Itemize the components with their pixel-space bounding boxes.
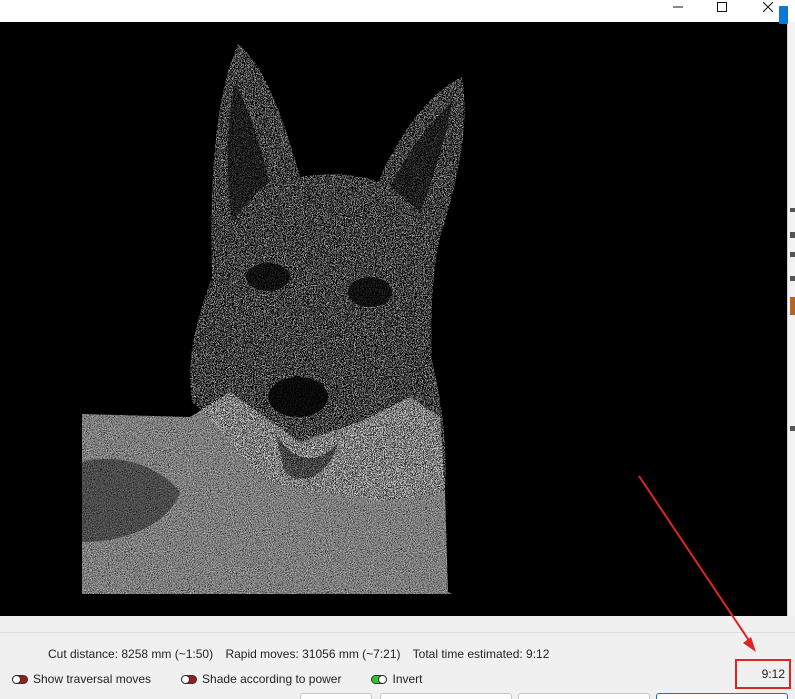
estimated-time-value: 9:12 [761,667,785,681]
side-panel-highlight [790,297,795,315]
toggle-label: Invert [392,672,423,686]
scrollbar-thumb[interactable] [779,6,788,24]
preview-options: Show traversal moves Shade according to … [12,671,453,687]
maximize-icon [717,2,727,12]
side-panel-edge [787,22,795,616]
toggle-invert[interactable]: Invert [371,672,423,686]
toggle-show-traversal-moves[interactable]: Show traversal moves [12,672,151,686]
job-statistics: Cut distance: 8258 mm (~1:50) Rapid move… [48,647,558,661]
job-info-bar: Cut distance: 8258 mm (~1:50) Rapid move… [0,632,795,699]
minimize-icon [673,6,683,8]
side-panel-marker [790,232,795,238]
maximize-button[interactable] [699,0,745,14]
scrollbar-track[interactable] [0,616,777,630]
side-panel-marker [790,276,795,281]
engraving-preview-canvas[interactable] [0,22,787,616]
estimated-time-highlight: 9:12 [735,659,791,689]
minimize-button[interactable] [655,0,701,14]
dialog-button[interactable] [380,693,512,699]
side-panel-marker [790,252,795,257]
toggle-label: Show traversal moves [33,672,152,686]
total-time-text: Total time estimated: 9:12 [412,647,550,661]
toggle-shade-according-to-power[interactable]: Shade according to power [181,672,341,686]
rapid-moves-text: Rapid moves: 31056 mm (~7:21) [225,647,401,661]
dialog-button-row [0,693,795,699]
cut-distance-text: Cut distance: 8258 mm (~1:50) [48,647,214,661]
toggle-switch-on[interactable] [371,674,388,684]
side-panel-marker [790,208,795,212]
toggle-label: Shade according to power [202,672,342,686]
dog-engraving-image [82,44,465,594]
title-bar [0,0,795,22]
dialog-primary-button[interactable] [656,693,788,699]
toggle-switch-off[interactable] [181,674,198,684]
laser-preview-window: Cut distance: 8258 mm (~1:50) Rapid move… [0,0,795,699]
toggle-switch-off[interactable] [12,674,28,684]
horizontal-scrollbar[interactable] [0,616,795,630]
dialog-button[interactable] [300,693,372,699]
close-icon [763,2,773,12]
dialog-button[interactable] [518,693,650,699]
side-panel-marker [790,426,795,431]
